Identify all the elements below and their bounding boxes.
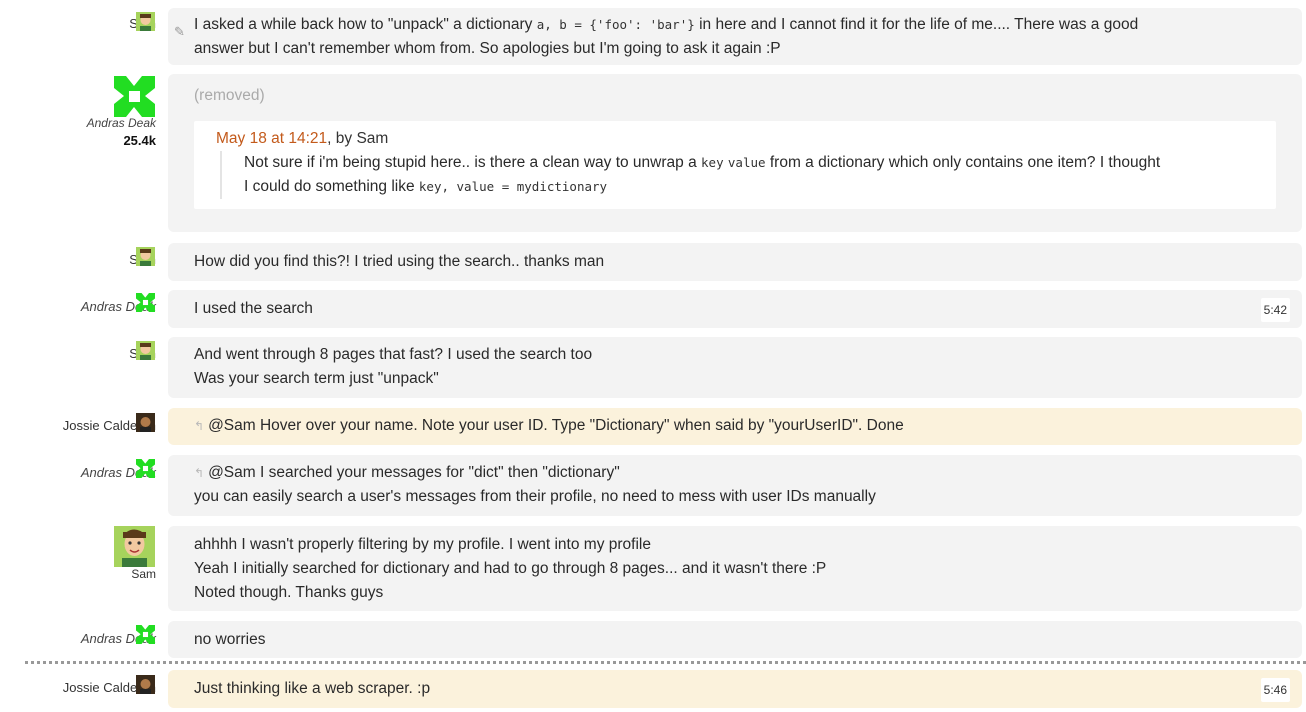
inline-code: key, value = mydictionary [418,179,608,194]
sam-avatar-icon[interactable] [136,341,155,360]
message-bubble[interactable]: ahhhh I wasn't properly filtering by my … [168,526,1302,611]
message-text: I asked a while back how to "unpack" a d… [194,16,537,33]
quote-body: Not sure if i'm being stupid here.. is t… [220,151,1254,199]
message-bubble[interactable]: How did you find this?! I tried using th… [168,243,1302,281]
username[interactable]: Sam [131,567,156,581]
sam-avatar-icon[interactable] [114,526,155,567]
message-bubble[interactable]: Just thinking like a web scraper. :p 5:4… [168,670,1302,708]
message-text: @Sam Hover over your name. Note your use… [208,417,904,434]
sam-avatar-icon[interactable] [136,12,155,31]
removed-text: (removed) [194,87,265,104]
reply-icon[interactable]: ↰ [194,419,204,433]
timestamp[interactable]: 5:46 [1260,678,1290,702]
jossie-avatar-icon[interactable] [136,675,155,694]
message-text: no worries [194,631,266,648]
quote-text: Not sure if i'm being stupid here.. is t… [244,154,702,171]
message-text: How did you find this?! I tried using th… [194,253,605,270]
pencil-icon: ✎ [174,24,185,39]
quote-author: , by Sam [327,130,389,147]
jossie-avatar-icon[interactable] [136,413,155,432]
message-text: in here and I cannot find it for the lif… [694,16,1139,33]
message-text: And went through 8 pages that fast? I us… [194,346,593,363]
message-text: @Sam I searched your messages for "dict"… [208,464,620,481]
message-bubble[interactable]: ↰ @Sam I searched your messages for "dict… [168,455,1302,516]
message-text: Noted though. Thanks guys [194,584,384,601]
andras-avatar-icon[interactable] [136,293,155,312]
message-bubble[interactable]: no worries [168,621,1302,658]
quoted-message[interactable]: May 18 at 14:21, by Sam Not sure if i'm … [194,121,1276,209]
message-text: you can easily search a user's messages … [194,488,876,505]
andras-avatar-icon[interactable] [136,459,155,478]
message-text: Yeah I initially searched for dictionary… [194,560,827,577]
quote-header: May 18 at 14:21, by Sam [216,127,1254,151]
sam-avatar-icon[interactable] [136,247,155,266]
message-text: ahhhh I wasn't properly filtering by my … [194,536,651,553]
andras-avatar-icon[interactable] [136,625,155,644]
reply-icon[interactable]: ↰ [194,466,204,480]
inline-code: key [701,155,724,170]
message-text: I used the search [194,300,313,317]
message-bubble[interactable]: I used the search 5:42 [168,290,1302,328]
timestamp[interactable]: 5:42 [1260,298,1290,322]
reputation-badge: 25.4k [123,133,156,148]
message-bubble[interactable]: ✎ I asked a while back how to "unpack" a… [168,8,1302,65]
andras-avatar-icon[interactable] [114,76,155,117]
new-messages-divider [25,661,1306,664]
username[interactable]: Andras Deak [87,116,156,130]
quote-text: from a dictionary which only contains on… [765,154,1161,171]
message-text: answer but I can't remember whom from. S… [194,40,781,57]
message-bubble[interactable]: ↰ @Sam Hover over your name. Note your us… [168,408,1302,445]
message-text: Just thinking like a web scraper. :p [194,680,431,697]
inline-code: value [727,155,766,170]
message-text: Was your search term just "unpack" [194,370,439,387]
quote-text: I could do something like [244,178,419,195]
inline-code: a, b = {'foo': 'bar'} [536,17,695,32]
message-bubble[interactable]: And went through 8 pages that fast? I us… [168,337,1302,398]
quote-date-link[interactable]: May 18 at 14:21 [216,130,327,147]
message-bubble[interactable]: (removed) May 18 at 14:21, by Sam Not su… [168,74,1302,232]
